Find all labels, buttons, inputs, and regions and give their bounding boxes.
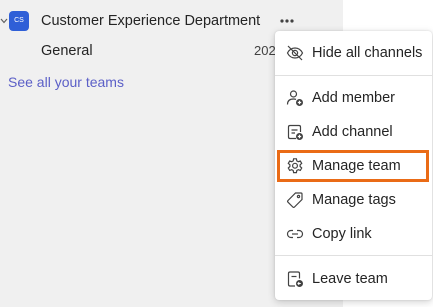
team-name: Customer Experience Department (41, 13, 261, 29)
menu-item-label: Leave team (312, 271, 388, 287)
menu-divider (275, 75, 432, 76)
menu-item-leave-team[interactable]: Leave team (275, 262, 432, 296)
link-icon (286, 225, 304, 243)
menu-item-label: Hide all channels (312, 45, 423, 61)
leave-icon (286, 270, 304, 288)
menu-item-manage-tags[interactable]: Manage tags (275, 183, 432, 217)
menu-item-add-channel[interactable]: Add channel (275, 115, 432, 149)
see-all-teams-link[interactable]: See all your teams (8, 72, 124, 92)
person-add-icon (286, 89, 304, 107)
menu-item-label: Manage team (312, 158, 401, 174)
channel-add-icon (286, 123, 304, 141)
gear-icon (286, 157, 304, 175)
more-options-button[interactable] (276, 10, 298, 32)
menu-item-copy-link[interactable]: Copy link (275, 217, 432, 251)
menu-item-manage-team[interactable]: Manage team (275, 149, 432, 183)
menu-item-label: Manage tags (312, 192, 396, 208)
menu-item-label: Add channel (312, 124, 393, 140)
menu-item-hide-all-channels[interactable]: Hide all channels (275, 36, 432, 70)
tag-icon (286, 191, 304, 209)
menu-item-label: Add member (312, 90, 396, 106)
menu-item-label: Copy link (312, 226, 372, 242)
chevron-down-icon[interactable] (0, 16, 8, 26)
channel-name: General (41, 43, 93, 59)
menu-divider (275, 255, 432, 256)
more-horizontal-icon (280, 19, 294, 23)
team-avatar: CS (9, 11, 29, 31)
menu-item-add-member[interactable]: Add member (275, 81, 432, 115)
team-context-menu: Hide all channels Add member Add channel (275, 31, 432, 300)
eye-off-icon (286, 44, 304, 62)
